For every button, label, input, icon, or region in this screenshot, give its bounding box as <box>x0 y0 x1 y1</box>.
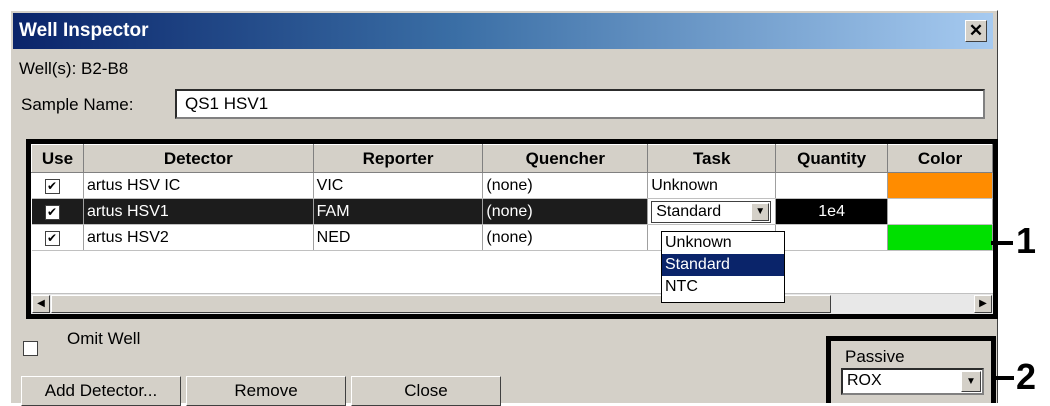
callout-1-line <box>991 241 1013 245</box>
task-select[interactable]: Standard ▼ <box>651 200 772 223</box>
check-icon[interactable]: ✔ <box>44 178 60 194</box>
check-icon[interactable]: ✔ <box>44 204 60 220</box>
add-detector-button[interactable]: Add Detector... <box>21 376 181 406</box>
detector-cell[interactable]: artus HSV1 <box>83 198 314 225</box>
callout-2-line <box>996 376 1014 380</box>
detector-cell[interactable]: artus HSV IC <box>83 172 314 199</box>
task-option-unknown[interactable]: Unknown <box>662 232 784 254</box>
horizontal-scrollbar[interactable]: ◀ ▶ <box>31 293 993 314</box>
omit-well-checkbox[interactable] <box>23 341 38 356</box>
quantity-cell[interactable]: 1e4 <box>775 198 889 225</box>
chevron-down-icon[interactable]: ▼ <box>751 202 770 221</box>
col-header-reporter[interactable]: Reporter <box>312 144 484 173</box>
col-header-use[interactable]: Use <box>31 144 84 173</box>
col-header-color[interactable]: Color <box>887 144 993 173</box>
use-cell[interactable]: ✔ <box>31 172 84 199</box>
table-row[interactable]: ✔ artus HSV2 NED (none) <box>31 224 993 251</box>
table-header-row: Use Detector Reporter Quencher Task Quan… <box>31 144 993 173</box>
task-select-value: Standard <box>656 202 722 220</box>
quencher-cell[interactable]: (none) <box>482 172 649 199</box>
table-row[interactable]: ✔ artus HSV IC VIC (none) Unknown <box>31 172 993 199</box>
chevron-right-icon[interactable]: ▶ <box>974 295 992 313</box>
task-cell[interactable]: Standard ▼ <box>647 198 777 225</box>
color-swatch[interactable] <box>887 198 993 225</box>
callout-1-number: 1 <box>1016 220 1037 261</box>
quencher-cell[interactable]: (none) <box>482 198 649 225</box>
detector-grid: Use Detector Reporter Quencher Task Quan… <box>31 144 993 314</box>
window-title: Well Inspector <box>19 20 149 41</box>
sample-name-input[interactable]: QS1 HSV1 <box>175 89 985 119</box>
color-swatch[interactable] <box>887 224 993 251</box>
col-header-quantity[interactable]: Quantity <box>775 144 889 173</box>
passive-frame: Passive ROX ▼ <box>826 336 996 403</box>
wells-label: Well(s): B2-B8 <box>19 59 129 78</box>
color-swatch[interactable] <box>887 172 993 199</box>
sample-name-label: Sample Name: <box>21 95 134 114</box>
task-option-standard[interactable]: Standard <box>662 254 784 276</box>
remove-button[interactable]: Remove <box>186 376 346 406</box>
close-icon[interactable]: ✕ <box>965 20 987 42</box>
quantity-cell[interactable] <box>775 172 889 199</box>
detector-grid-frame: Use Detector Reporter Quencher Task Quan… <box>26 139 998 319</box>
chevron-left-icon[interactable]: ◀ <box>32 295 50 313</box>
reporter-cell[interactable]: FAM <box>313 198 484 225</box>
task-option-ntc[interactable]: NTC <box>662 276 784 298</box>
use-cell[interactable]: ✔ <box>31 198 84 225</box>
quencher-cell[interactable]: (none) <box>482 224 649 251</box>
close-button[interactable]: Close <box>351 376 501 406</box>
callout-2-number: 2 <box>1016 356 1037 397</box>
chevron-down-icon[interactable]: ▼ <box>961 371 981 392</box>
omit-well-label: Omit Well <box>67 329 141 348</box>
use-cell[interactable]: ✔ <box>31 224 84 251</box>
title-bar[interactable]: Well Inspector ✕ <box>13 13 993 49</box>
detector-cell[interactable]: artus HSV2 <box>83 224 314 251</box>
quantity-cell[interactable] <box>775 224 889 251</box>
task-cell[interactable]: Unknown <box>647 172 777 199</box>
reporter-cell[interactable]: NED <box>313 224 484 251</box>
passive-label: Passive <box>845 347 905 366</box>
reporter-cell[interactable]: VIC <box>313 172 484 199</box>
check-icon[interactable]: ✔ <box>44 230 60 246</box>
table-row-selected[interactable]: ✔ artus HSV1 FAM (none) Standard ▼ 1e4 <box>31 198 993 225</box>
passive-select[interactable]: ROX ▼ <box>841 368 984 395</box>
detector-table: Use Detector Reporter Quencher Task Quan… <box>31 144 993 251</box>
col-header-detector[interactable]: Detector <box>82 144 314 173</box>
task-dropdown-list[interactable]: Unknown Standard NTC <box>661 231 785 303</box>
col-header-quencher[interactable]: Quencher <box>482 144 649 173</box>
col-header-task[interactable]: Task <box>647 144 777 173</box>
passive-select-value: ROX <box>847 372 882 389</box>
